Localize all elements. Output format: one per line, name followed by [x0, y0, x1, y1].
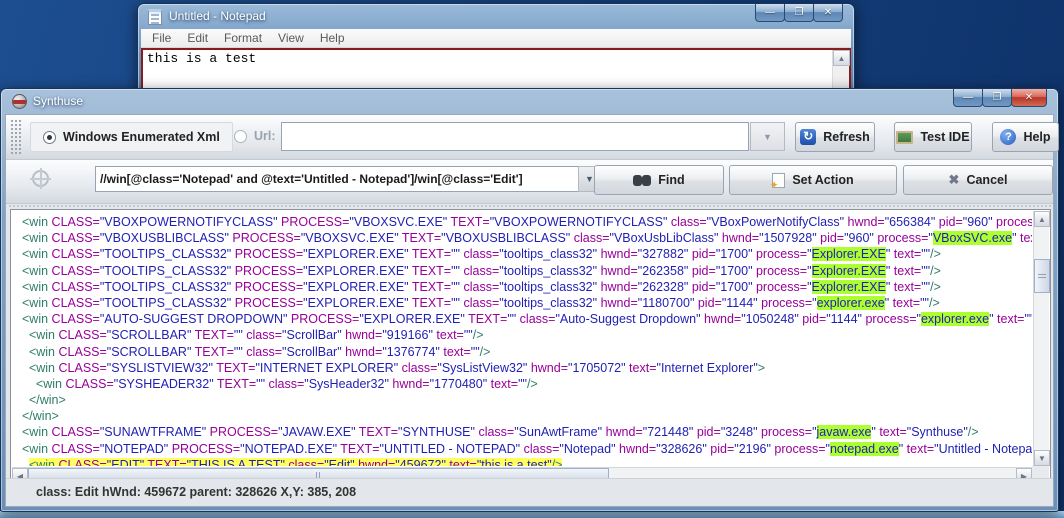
synthuse-window: Synthuse — ❐ ✕ Windows Enumerated Xml Ur…: [0, 88, 1059, 512]
xml-line: <win CLASS="AUTO-SUGGEST DROPDOWN" PROCE…: [22, 311, 1032, 327]
radio-unselected-icon: [234, 130, 247, 143]
notepad-minimize-button[interactable]: —: [755, 4, 785, 22]
radio-selected-icon: [43, 131, 56, 144]
find-label: Find: [658, 173, 684, 187]
xml-line: </win>: [22, 392, 1032, 408]
notepad-text: this is a test: [143, 50, 849, 67]
scroll-up-icon[interactable]: ▲: [833, 50, 850, 66]
xml-line: <win CLASS="TOOLTIPS_CLASS32" PROCESS="E…: [22, 279, 1032, 295]
toolbar-grip[interactable]: [10, 119, 22, 155]
help-button[interactable]: ? Help: [992, 122, 1059, 152]
xml-line: <win CLASS="NOTEPAD" PROCESS="NOTEPAD.EX…: [22, 441, 1032, 457]
refresh-button[interactable]: ↻ Refresh: [795, 122, 875, 152]
xml-line: <win CLASS="VBOXPOWERNOTIFYCLASS" PROCES…: [22, 214, 1032, 230]
notepad-menubar: FileEditFormatViewHelp: [141, 29, 851, 48]
refresh-label: Refresh: [823, 130, 870, 144]
xml-line: <win CLASS="TOOLTIPS_CLASS32" PROCESS="E…: [22, 263, 1032, 279]
crosshair-icon: [32, 170, 49, 187]
menu-item-edit[interactable]: Edit: [179, 31, 216, 45]
radio-url[interactable]: Url:: [234, 129, 276, 143]
menu-item-view[interactable]: View: [270, 31, 312, 45]
taskbar-strip[interactable]: [0, 511, 1064, 518]
test-ide-label: Test IDE: [920, 130, 969, 144]
status-text: class: Edit hWnd: 459672 parent: 328626 …: [36, 485, 356, 499]
xml-line: <win CLASS="SYSLISTVIEW32" TEXT="INTERNE…: [22, 360, 1032, 376]
synthuse-close-button[interactable]: ✕: [1011, 89, 1047, 107]
cancel-label: Cancel: [966, 173, 1007, 187]
menu-item-file[interactable]: File: [144, 31, 179, 45]
test-ide-button[interactable]: Test IDE: [894, 122, 972, 152]
xml-line: <win CLASS="VBOXUSBLIBCLASS" PROCESS="VB…: [22, 230, 1032, 246]
cancel-x-icon: ✖: [949, 172, 960, 188]
xml-line: <win CLASS="TOOLTIPS_CLASS32" PROCESS="E…: [22, 295, 1032, 311]
notepad-app-icon: [148, 9, 162, 25]
help-icon: ?: [1000, 129, 1016, 145]
vertical-scroll-thumb[interactable]: [1034, 259, 1050, 293]
radio-xml-label: Windows Enumerated Xml: [63, 130, 220, 144]
status-bar: class: Edit hWnd: 459672 parent: 328626 …: [6, 478, 1053, 506]
synthuse-maximize-button[interactable]: ❐: [982, 89, 1012, 107]
set-action-label: Set Action: [792, 173, 853, 187]
notepad-scrollbar[interactable]: ▲: [832, 50, 849, 93]
xml-content: <win CLASS="VBOXPOWERNOTIFYCLASS" PROCES…: [11, 210, 1032, 466]
vertical-scrollbar[interactable]: ▲ ▼: [1033, 211, 1049, 466]
binoculars-icon: [633, 175, 651, 186]
cancel-button[interactable]: ✖ Cancel: [903, 165, 1053, 195]
chalkboard-icon: [896, 131, 913, 144]
synthuse-app-icon: [12, 94, 27, 109]
xpath-combobox-input[interactable]: [95, 166, 579, 192]
radio-windows-enumerated-xml[interactable]: Windows Enumerated Xml: [30, 122, 233, 152]
notepad-titlebar[interactable]: Untitled - Notepad — ❐ ✕: [141, 4, 851, 29]
xml-tree-panel[interactable]: <win CLASS="VBOXPOWERNOTIFYCLASS" PROCES…: [10, 209, 1051, 485]
synthuse-titlebar[interactable]: Synthuse — ❐ ✕: [5, 89, 1054, 114]
synthuse-minimize-button[interactable]: —: [953, 89, 983, 107]
menu-item-format[interactable]: Format: [216, 31, 270, 45]
xml-line: <win CLASS="EDIT" TEXT="THIS IS A TEST" …: [22, 457, 1032, 466]
notepad-close-button[interactable]: ✕: [813, 4, 843, 22]
chevron-down-icon: ▼: [585, 174, 594, 184]
notepad-maximize-button[interactable]: ❐: [784, 4, 814, 22]
xml-line: </win>: [22, 408, 1032, 424]
notepad-window-title: Untitled - Notepad: [169, 9, 266, 23]
xml-line: <win CLASS="SUNAWTFRAME" PROCESS="JAVAW.…: [22, 424, 1032, 440]
synthuse-window-title: Synthuse: [33, 94, 83, 108]
set-action-button[interactable]: Set Action: [729, 165, 897, 195]
find-button[interactable]: Find: [594, 165, 724, 195]
xml-line: <win CLASS="SYSHEADER32" TEXT="" class="…: [22, 376, 1032, 392]
scroll-down-icon[interactable]: ▼: [1034, 450, 1050, 466]
menu-item-help[interactable]: Help: [312, 31, 353, 45]
xml-line: <win CLASS="SCROLLBAR" TEXT="" class="Sc…: [22, 344, 1032, 360]
chevron-down-icon: ▼: [763, 132, 772, 142]
xml-line: <win CLASS="SCROLLBAR" TEXT="" class="Sc…: [22, 327, 1032, 343]
notepad-window: Untitled - Notepad — ❐ ✕ FileEditFormatV…: [137, 3, 855, 97]
window-target-tool[interactable]: [32, 170, 49, 187]
url-dropdown-button[interactable]: ▼: [750, 122, 785, 151]
refresh-icon: ↻: [800, 129, 816, 145]
desktop: Untitled - Notepad — ❐ ✕ FileEditFormatV…: [0, 0, 1064, 518]
action-page-icon: [772, 173, 785, 188]
radio-url-label: Url:: [254, 129, 276, 143]
scroll-up-icon[interactable]: ▲: [1034, 211, 1050, 227]
help-label: Help: [1023, 130, 1050, 144]
finder-toolbar: ▼ Find Set Action ✖ Cancel: [6, 160, 1053, 204]
main-toolbar: Windows Enumerated Xml Url: ▼ ↻ Refresh …: [6, 115, 1053, 160]
synthuse-client-area: Windows Enumerated Xml Url: ▼ ↻ Refresh …: [5, 114, 1054, 507]
url-input[interactable]: [281, 122, 749, 151]
xml-line: <win CLASS="TOOLTIPS_CLASS32" PROCESS="E…: [22, 246, 1032, 262]
